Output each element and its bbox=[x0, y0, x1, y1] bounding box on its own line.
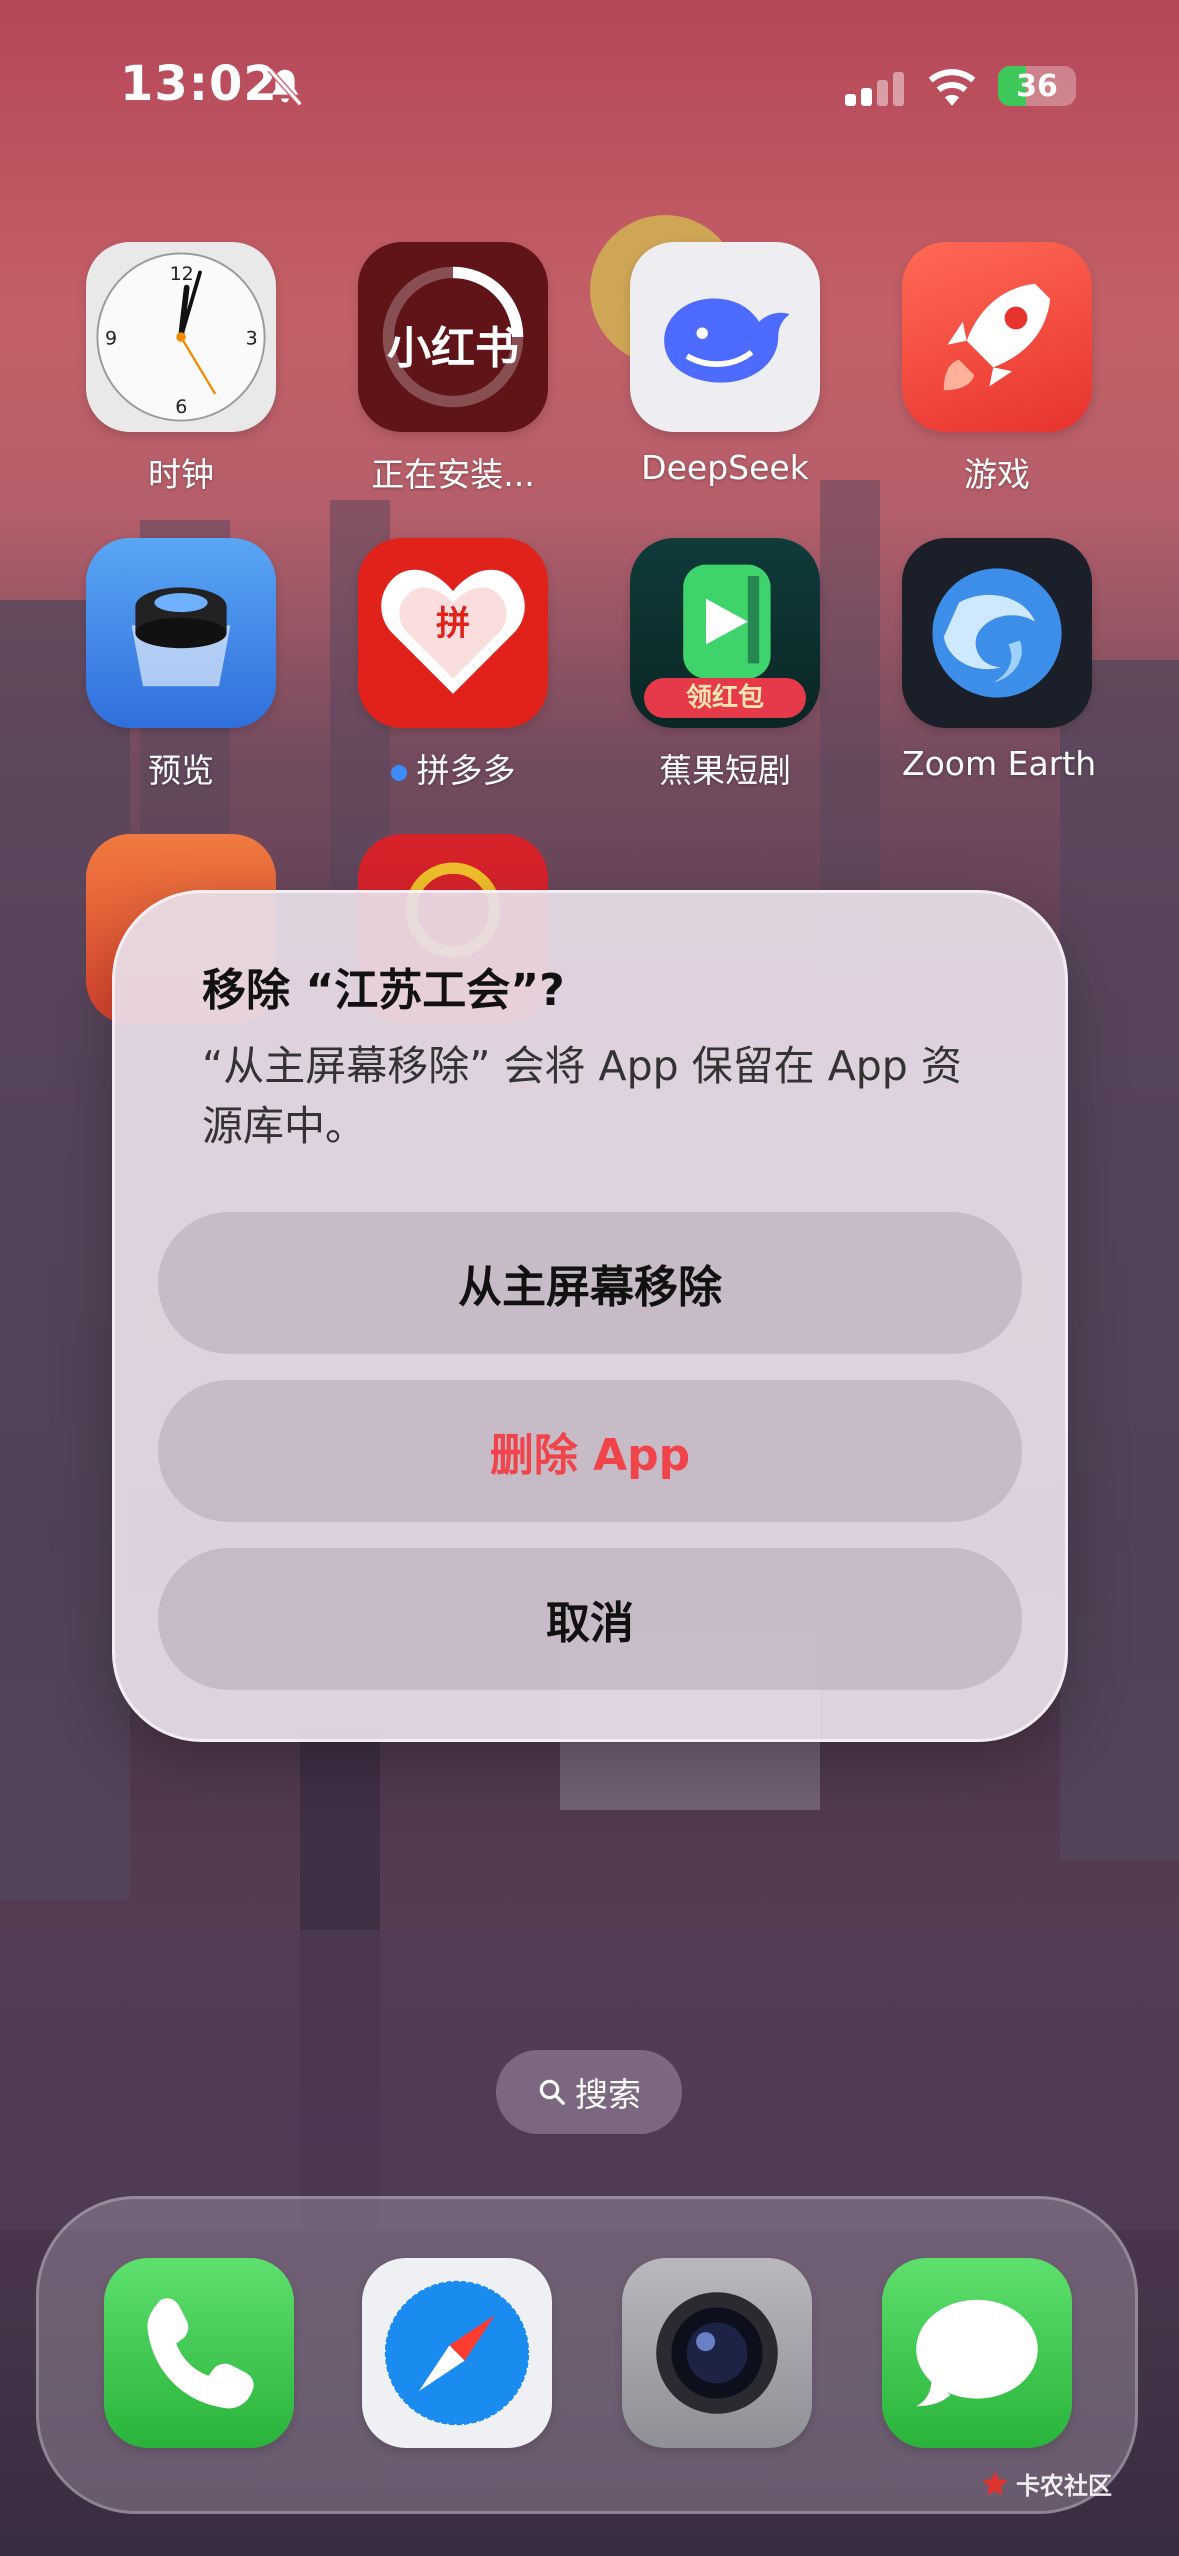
home-search-button[interactable]: 搜索 bbox=[496, 2050, 682, 2134]
app-label: 时钟 bbox=[148, 455, 214, 494]
dialog-message: “从主屏幕移除” 会将 App 保留在 App 资源库中。 bbox=[202, 1042, 962, 1150]
app-pinduoduo[interactable]: 拼 拼多多 bbox=[358, 538, 548, 792]
status-time: 13:02 bbox=[120, 56, 278, 112]
xiaohongshu-icon: 小红书 bbox=[358, 242, 548, 432]
new-app-dot bbox=[390, 764, 407, 781]
pinduoduo-icon: 拼 bbox=[358, 538, 548, 728]
zoom-earth-icon bbox=[902, 538, 1092, 728]
silent-bell-icon bbox=[267, 67, 303, 107]
messages-bubble-icon bbox=[882, 2258, 1072, 2448]
dock bbox=[36, 2196, 1138, 2514]
phone-icon bbox=[104, 2258, 294, 2448]
clock-icon: 12 3 6 9 bbox=[86, 242, 276, 432]
app-drama[interactable]: 领红包 蕉果短剧 bbox=[630, 538, 820, 792]
safari-compass-icon bbox=[362, 2258, 552, 2448]
community-watermark: 卡农社区 bbox=[980, 2466, 1112, 2501]
drama-play-icon: 领红包 bbox=[630, 538, 820, 728]
red-packet-badge: 领红包 bbox=[644, 678, 806, 718]
pdd-icon-text: 拼 bbox=[436, 604, 470, 644]
watermark-logo-icon bbox=[982, 2471, 1008, 2495]
svg-text:6: 6 bbox=[175, 396, 187, 418]
cellular-signal-icon bbox=[845, 72, 905, 106]
dock-app-safari[interactable] bbox=[362, 2258, 552, 2448]
search-icon bbox=[539, 2079, 565, 2105]
cancel-button[interactable]: 取消 bbox=[158, 1548, 1022, 1690]
app-games[interactable]: 游戏 bbox=[902, 242, 1092, 496]
dock-app-messages[interactable] bbox=[882, 2258, 1072, 2448]
app-label: 游戏 bbox=[964, 455, 1030, 494]
svg-text:3: 3 bbox=[246, 328, 258, 350]
xhs-icon-text: 小红书 bbox=[387, 323, 519, 374]
app-deepseek[interactable]: DeepSeek bbox=[630, 242, 820, 487]
svg-text:12: 12 bbox=[170, 263, 194, 285]
dialog-title: 移除 “江苏工会”? bbox=[202, 965, 565, 1016]
remove-app-dialog: 移除 “江苏工会”? “从主屏幕移除” 会将 App 保留在 App 资源库中。… bbox=[112, 890, 1068, 1742]
app-label: 预览 bbox=[148, 751, 214, 790]
dock-app-camera[interactable] bbox=[622, 2258, 812, 2448]
svg-text:9: 9 bbox=[105, 328, 117, 350]
battery-indicator: 36 bbox=[998, 66, 1076, 106]
wifi-icon bbox=[928, 69, 976, 106]
app-preview[interactable]: 预览 bbox=[86, 538, 276, 792]
dock-app-phone[interactable] bbox=[104, 2258, 294, 2448]
app-label: 正在安装... bbox=[371, 455, 535, 494]
deepseek-whale-icon bbox=[630, 242, 820, 432]
remove-from-home-button[interactable]: 从主屏幕移除 bbox=[158, 1212, 1022, 1354]
app-xiaohongshu-installing[interactable]: 小红书 正在安装... bbox=[358, 242, 548, 496]
app-label-with-dot: 拼多多 bbox=[358, 744, 548, 792]
app-clock[interactable]: 12 3 6 9 时钟 bbox=[86, 242, 276, 496]
preview-loupe-icon bbox=[86, 538, 276, 728]
battery-percent: 36 bbox=[1016, 69, 1058, 104]
rocket-icon bbox=[902, 242, 1092, 432]
delete-app-button[interactable]: 删除 App bbox=[158, 1380, 1022, 1522]
camera-lens-icon bbox=[622, 2258, 812, 2448]
app-label: 蕉果短剧 bbox=[659, 751, 791, 790]
app-zoom-earth[interactable]: Zoom Earth bbox=[902, 538, 1097, 783]
app-label: DeepSeek bbox=[641, 448, 809, 487]
search-label: 搜索 bbox=[575, 2075, 641, 2114]
app-label: Zoom Earth bbox=[902, 744, 1097, 783]
